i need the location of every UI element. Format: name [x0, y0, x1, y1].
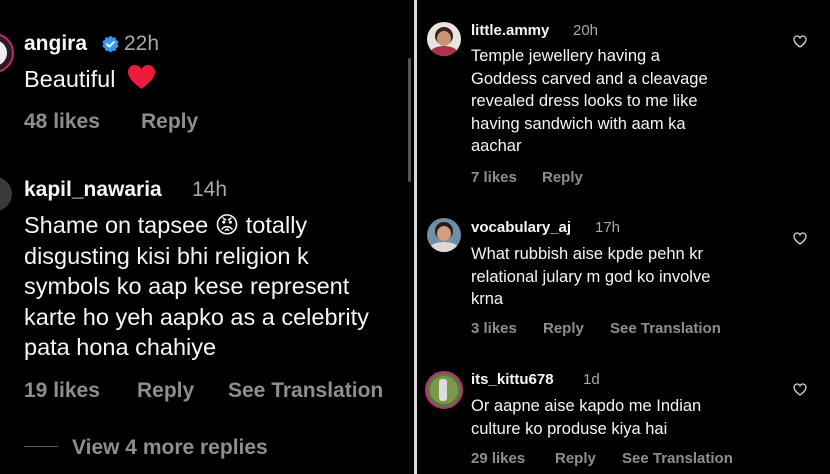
avatar[interactable]: [425, 371, 463, 409]
reply-button[interactable]: Reply: [543, 320, 584, 337]
see-translation-button[interactable]: See Translation: [622, 450, 733, 467]
comment-text-line: Goddess carved and a cleavage: [471, 69, 708, 88]
heart-outline-icon[interactable]: [793, 232, 807, 245]
comment-text-line: having sandwich with aam ka: [471, 114, 686, 133]
see-translation-button[interactable]: See Translation: [228, 379, 383, 403]
comment-username[interactable]: vocabulary_aj: [471, 219, 571, 236]
comment-username[interactable]: angira: [24, 32, 87, 56]
like-count[interactable]: 3 likes: [471, 320, 517, 337]
verified-badge-icon: [102, 35, 119, 53]
comment-text: Or aapne aise kapdo me Indian culture ko…: [471, 395, 701, 440]
comment-timestamp: 20h: [573, 22, 599, 39]
comment-text-line: krna: [471, 290, 504, 308]
comment-text-line: Temple jewellery having a: [471, 47, 660, 65]
avatar[interactable]: [427, 218, 461, 252]
comment-text: Beautiful: [24, 64, 156, 95]
comment-text-line: revealed dress looks to me like: [471, 92, 698, 110]
heart-outline-icon[interactable]: [793, 35, 807, 48]
comment-text-line: Or aapne aise kapdo me Indian: [471, 397, 702, 415]
comment-timestamp: 1d: [583, 371, 600, 388]
comment-text: Temple jewellery having a Goddess carved…: [471, 45, 708, 158]
comment-text-line: aachar: [471, 137, 522, 155]
comment-username[interactable]: its_kittu678: [471, 371, 554, 388]
replies-divider-line: [24, 446, 58, 447]
comment-text-line: culture ko produse kiya hai: [471, 419, 668, 438]
reply-button[interactable]: Reply: [141, 110, 198, 134]
comment-timestamp: 17h: [595, 219, 621, 236]
reply-button[interactable]: Reply: [555, 450, 596, 467]
avatar[interactable]: [0, 33, 14, 73]
scrollbar[interactable]: [408, 58, 411, 182]
comments-panel-right: little.ammy 20h Temple jewellery having …: [417, 0, 830, 474]
like-count[interactable]: 7 likes: [471, 169, 517, 186]
comment-text-line: pata hona chahiye: [24, 334, 217, 360]
reply-button[interactable]: Reply: [137, 379, 194, 403]
comments-panel-left: angira 22h Beautiful 48 likes Reply kapi…: [0, 0, 414, 474]
like-count[interactable]: 48 likes: [24, 110, 100, 134]
comment-text-line: What rubbish aise kpde pehn kr: [471, 245, 704, 263]
comment-text-line: Shame on tapsee 😡 totally: [24, 212, 308, 238]
comment-username[interactable]: kapil_nawaria: [24, 178, 162, 202]
like-count[interactable]: 19 likes: [24, 379, 100, 403]
comment-username[interactable]: little.ammy: [471, 22, 549, 39]
view-more-replies-button[interactable]: View 4 more replies: [72, 436, 268, 460]
comment-text-line: karte ho yeh aapko as a celebrity: [24, 303, 369, 330]
reply-button[interactable]: Reply: [542, 169, 583, 186]
comment-timestamp: 14h: [192, 178, 228, 201]
heart-outline-icon[interactable]: [793, 383, 807, 396]
comment-text-line: symbols ko aap kese represent: [24, 273, 350, 299]
comment-text-line: disgusting kisi bhi religion k: [24, 242, 309, 269]
comment-text: What rubbish aise kpde pehn kr relationa…: [471, 243, 710, 311]
comment-text-line: relational julary m god ko involve: [471, 267, 711, 286]
avatar[interactable]: [0, 177, 12, 211]
avatar[interactable]: [427, 22, 461, 56]
see-translation-button[interactable]: See Translation: [610, 320, 721, 337]
comment-timestamp: 22h: [124, 32, 160, 55]
comment-text: Shame on tapsee 😡 totally disgusting kis…: [24, 210, 369, 363]
like-count[interactable]: 29 likes: [471, 450, 525, 467]
red-heart-emoji-icon: [127, 65, 155, 89]
